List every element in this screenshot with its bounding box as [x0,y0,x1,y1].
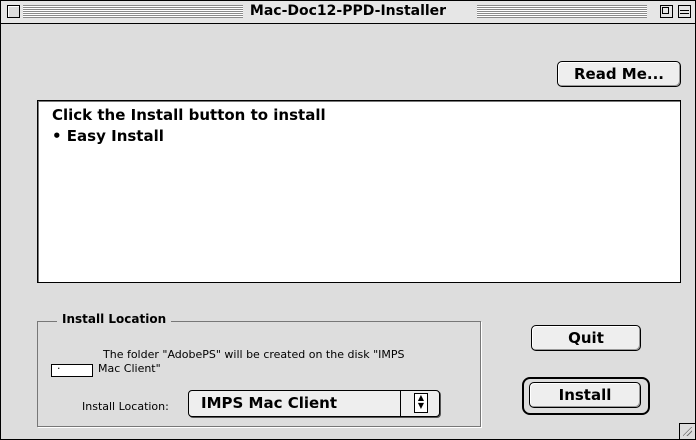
read-me-button[interactable]: Read Me... [557,61,681,87]
install-location-description: The folder "AdobePS" will be created on … [103,348,405,361]
install-location-popup[interactable]: IMPS Mac Client ▲ ▼ [188,390,440,417]
collapse-icon[interactable] [678,5,691,18]
install-instruction-text: Click the Install button to install [52,106,326,124]
zoom-icon[interactable] [660,5,673,18]
install-info-text-area: Click the Install button to install • Ea… [37,100,681,283]
disk-icon [51,359,93,377]
up-down-arrows-icon: ▲ ▼ [414,393,428,413]
install-location-label: Install Location: [82,400,169,413]
install-location-value: IMPS Mac Client [201,394,338,412]
popup-arrow-area[interactable]: ▲ ▼ [400,391,439,416]
installer-window: Mac-Doc12-PPD-Installer Read Me... Click… [0,0,696,440]
install-type-text: • Easy Install [52,127,164,145]
window-title-container: Mac-Doc12-PPD-Installer [1,2,695,21]
resize-grip-icon[interactable] [679,423,695,439]
install-location-group-title: Install Location [57,312,172,326]
title-bar[interactable]: Mac-Doc12-PPD-Installer [1,1,695,24]
window-title: Mac-Doc12-PPD-Installer [243,3,453,19]
install-button[interactable]: Install [529,382,641,408]
install-location-description-cont: Mac Client" [98,362,161,375]
quit-button[interactable]: Quit [531,325,641,351]
